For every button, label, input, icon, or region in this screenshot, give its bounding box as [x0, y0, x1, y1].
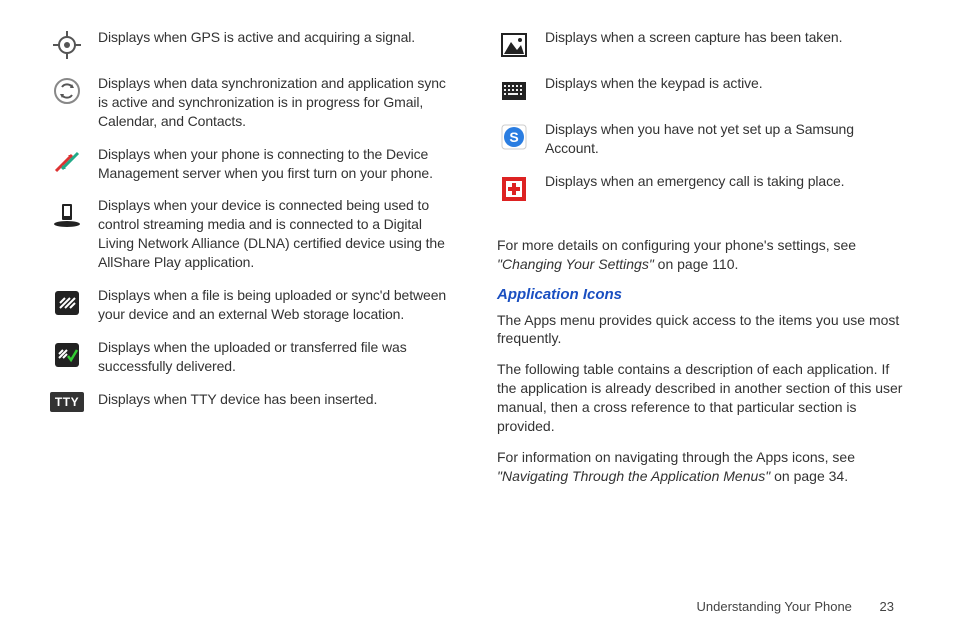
icon-description: Displays when an emergency call is takin…: [545, 172, 844, 191]
table-row: Displays when your device is connected b…: [50, 196, 457, 272]
dlna-icon: [50, 196, 84, 228]
section-name: Understanding Your Phone: [697, 599, 852, 614]
gps-icon: [50, 28, 84, 60]
body-paragraph: The following table contains a descripti…: [497, 360, 904, 436]
emergency-icon: [497, 172, 531, 204]
right-column: Displays when a screen capture has been …: [497, 28, 904, 498]
cross-reference: "Navigating Through the Application Menu…: [497, 468, 770, 484]
icon-description: Displays when the keypad is active.: [545, 74, 763, 93]
body-paragraph: The Apps menu provides quick access to t…: [497, 311, 904, 349]
section-heading: Application Icons: [497, 286, 904, 303]
page-footer: Understanding Your Phone 23: [697, 599, 895, 614]
icon-description: Displays when data synchronization and a…: [98, 74, 457, 131]
icon-description: Displays when a screen capture has been …: [545, 28, 842, 47]
icon-description: Displays when TTY device has been insert…: [98, 390, 377, 409]
sync-icon: [50, 74, 84, 106]
table-row: Displays when GPS is active and acquirin…: [50, 28, 457, 60]
table-row: TTY Displays when TTY device has been in…: [50, 390, 457, 412]
upload-success-icon: [50, 338, 84, 370]
page-number: 23: [880, 599, 894, 614]
svg-text:S: S: [509, 129, 518, 145]
icon-description: Displays when the uploaded or transferre…: [98, 338, 457, 376]
screen-capture-icon: [497, 28, 531, 60]
nav-info-text: For information on navigating through th…: [497, 448, 904, 486]
table-row: Displays when your phone is connecting t…: [50, 145, 457, 183]
table-row: Displays when the keypad is active.: [497, 74, 904, 106]
table-row: Displays when a screen capture has been …: [497, 28, 904, 60]
table-row: Displays when the uploaded or transferre…: [50, 338, 457, 376]
tty-icon: TTY: [50, 390, 84, 412]
table-row: Displays when an emergency call is takin…: [497, 172, 904, 204]
keypad-icon: [497, 74, 531, 106]
cross-reference: "Changing Your Settings": [497, 256, 654, 272]
samsung-account-icon: S: [497, 120, 531, 152]
icon-description: Displays when your phone is connecting t…: [98, 145, 457, 183]
icon-description: Displays when GPS is active and acquirin…: [98, 28, 415, 47]
table-row: S Displays when you have not yet set up …: [497, 120, 904, 158]
icon-description: Displays when your device is connected b…: [98, 196, 457, 272]
left-column: Displays when GPS is active and acquirin…: [50, 28, 457, 498]
icon-description: Displays when a file is being uploaded o…: [98, 286, 457, 324]
upload-icon: [50, 286, 84, 318]
table-row: Displays when data synchronization and a…: [50, 74, 457, 131]
device-management-icon: [50, 145, 84, 177]
table-row: Displays when a file is being uploaded o…: [50, 286, 457, 324]
more-details-text: For more details on configuring your pho…: [497, 236, 904, 274]
icon-description: Displays when you have not yet set up a …: [545, 120, 904, 158]
